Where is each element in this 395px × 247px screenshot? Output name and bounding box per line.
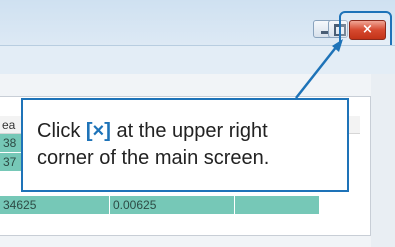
table-cell (235, 196, 320, 214)
instruction-line1-rest: at the upper right (110, 120, 268, 142)
menu-strip (0, 45, 395, 75)
instruction-prefix: Click (37, 120, 86, 142)
screenshot-stage: × ea 38 37 34625 0.00625 Click [×] at th… (0, 0, 395, 247)
table-cell: 34625 (0, 196, 110, 214)
instruction-line2: corner of the main screen. (37, 147, 270, 169)
instruction-callout: Click [×] at the upper right corner of t… (21, 98, 349, 192)
close-key-label: [×] (85, 120, 111, 142)
close-icon: × (362, 22, 373, 37)
table-row[interactable]: 34625 0.00625 (0, 196, 320, 214)
column-header[interactable]: ea (2, 118, 15, 132)
close-button[interactable]: × (349, 20, 386, 40)
table-cell: 0.00625 (110, 196, 235, 214)
right-panel-edge (371, 74, 395, 247)
instruction-text: Click [×] at the upper right corner of t… (37, 118, 337, 172)
